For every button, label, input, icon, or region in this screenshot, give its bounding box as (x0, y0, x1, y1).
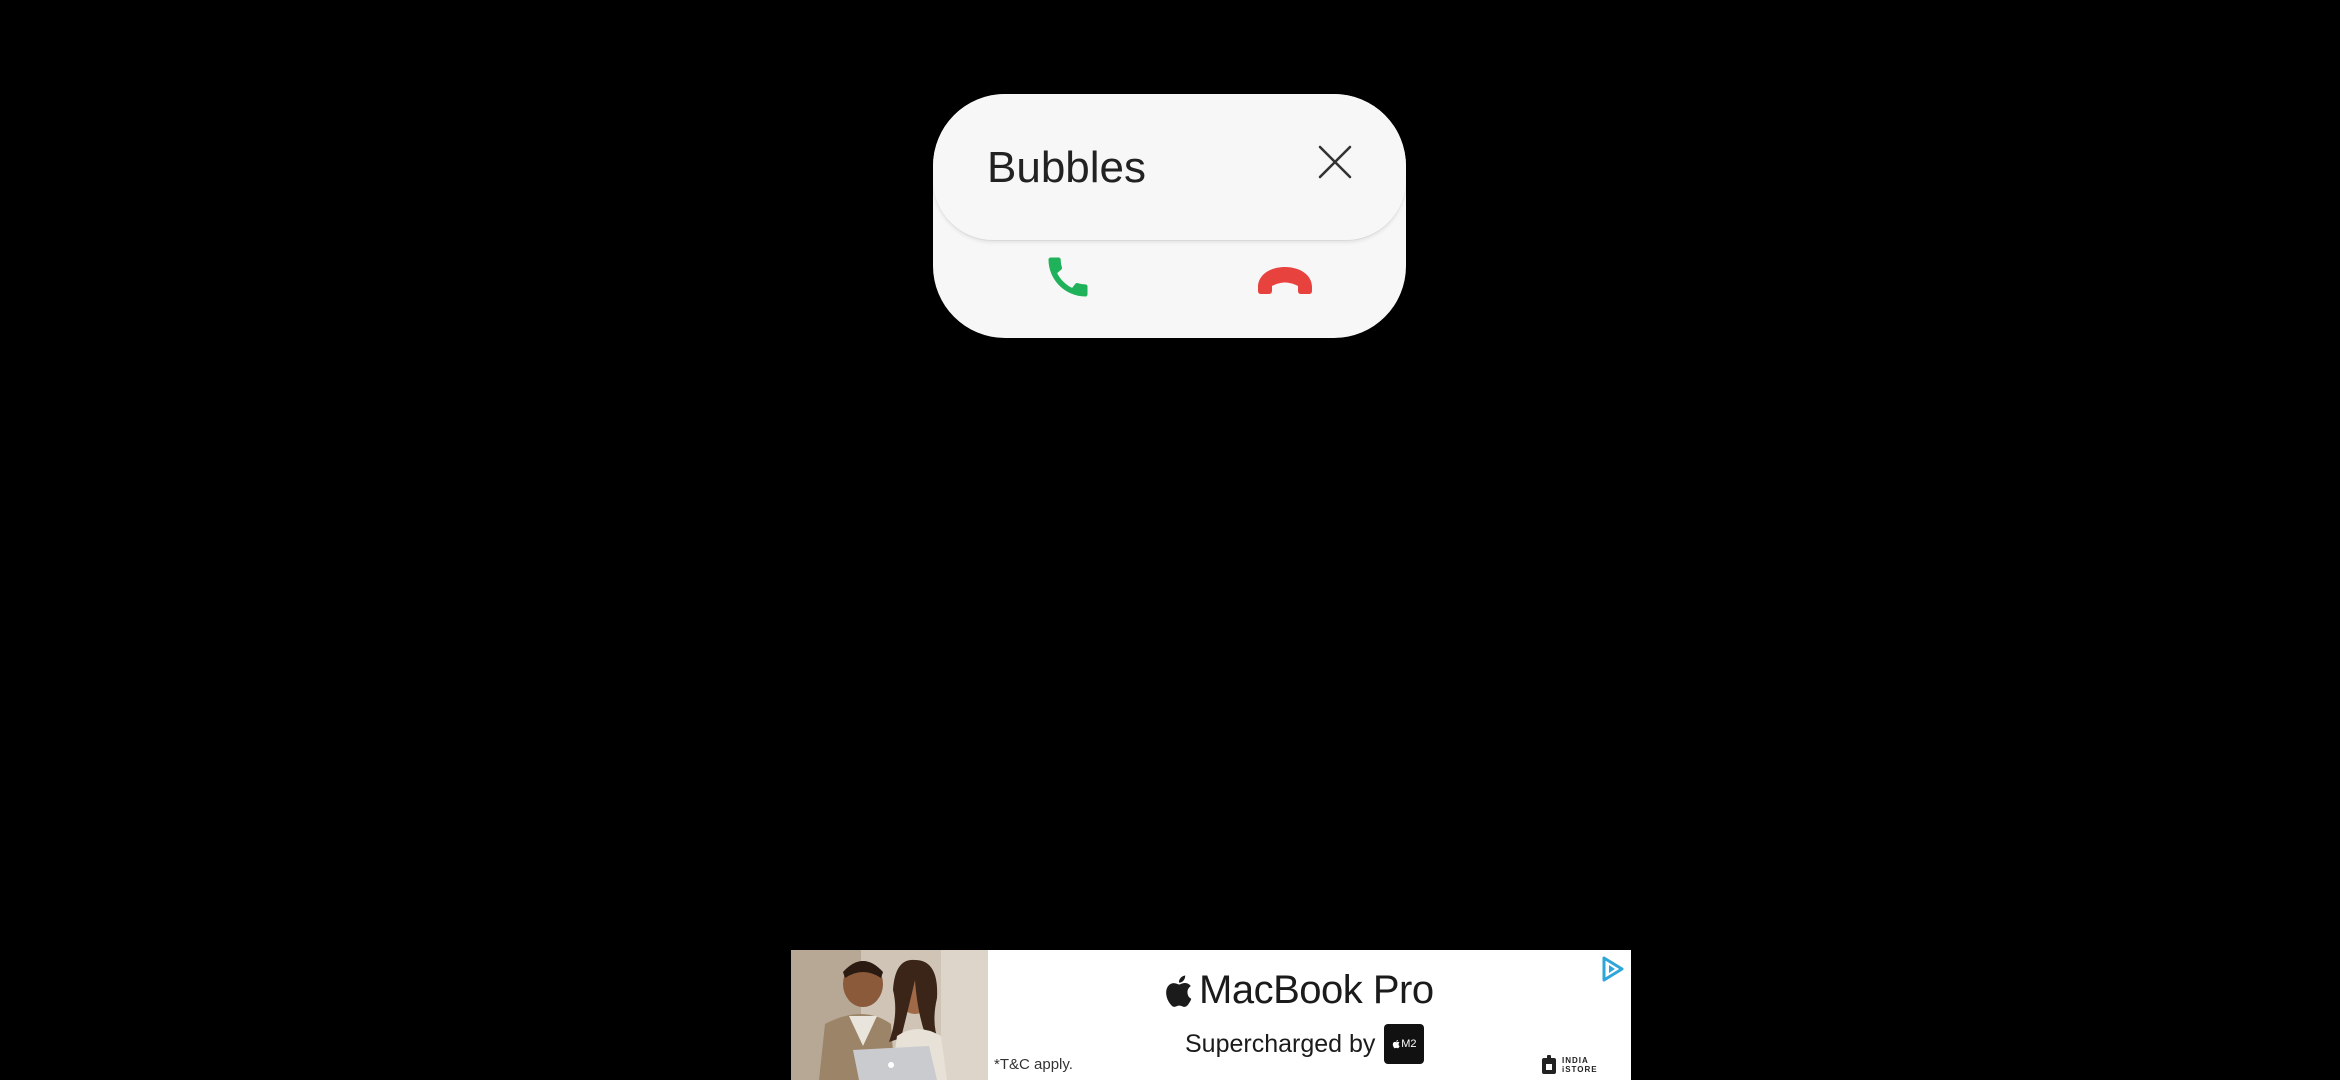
screen: Bubbles MacBook Pro Supercharged by M2 *… (0, 0, 2340, 1080)
apple-logo-small-icon (1393, 1039, 1400, 1049)
caller-name: Bubbles (987, 143, 1147, 192)
call-actions (933, 240, 1406, 338)
ad-tagline-text: Supercharged by (1185, 1029, 1376, 1058)
apple-logo-icon (1166, 974, 1192, 1007)
close-button[interactable] (1303, 130, 1367, 194)
ad-photo (791, 950, 988, 1080)
adchoices-icon (1602, 956, 1624, 982)
store-name-line1: INDIA (1562, 1056, 1589, 1065)
store-logo-icon (1542, 1055, 1556, 1074)
ad-tagline: Supercharged by M2 (1185, 1024, 1425, 1064)
phone-accept-icon (1048, 257, 1088, 297)
m2-chip-badge: M2 (1384, 1024, 1425, 1064)
ad-terms: *T&C apply. (994, 1056, 1073, 1073)
chip-label: M2 (1401, 1038, 1417, 1050)
adchoices-button[interactable] (1597, 954, 1627, 984)
store-name: INDIA iSTORE (1562, 1056, 1598, 1074)
ad-banner[interactable]: MacBook Pro Supercharged by M2 *T&C appl… (791, 950, 1631, 1080)
incoming-call-popup: Bubbles (933, 94, 1406, 338)
ad-product-name: MacBook Pro (1199, 968, 1434, 1012)
decline-call-button[interactable] (1235, 242, 1335, 312)
accept-call-button[interactable] (1018, 242, 1118, 312)
store-logo: INDIA iSTORE (1541, 1054, 1598, 1076)
call-popup-header: Bubbles (933, 94, 1406, 240)
close-icon (1318, 145, 1352, 179)
phone-decline-icon (1258, 267, 1312, 294)
ad-product-title: MacBook Pro (1163, 968, 1434, 1013)
store-name-line2: iSTORE (1562, 1065, 1598, 1074)
